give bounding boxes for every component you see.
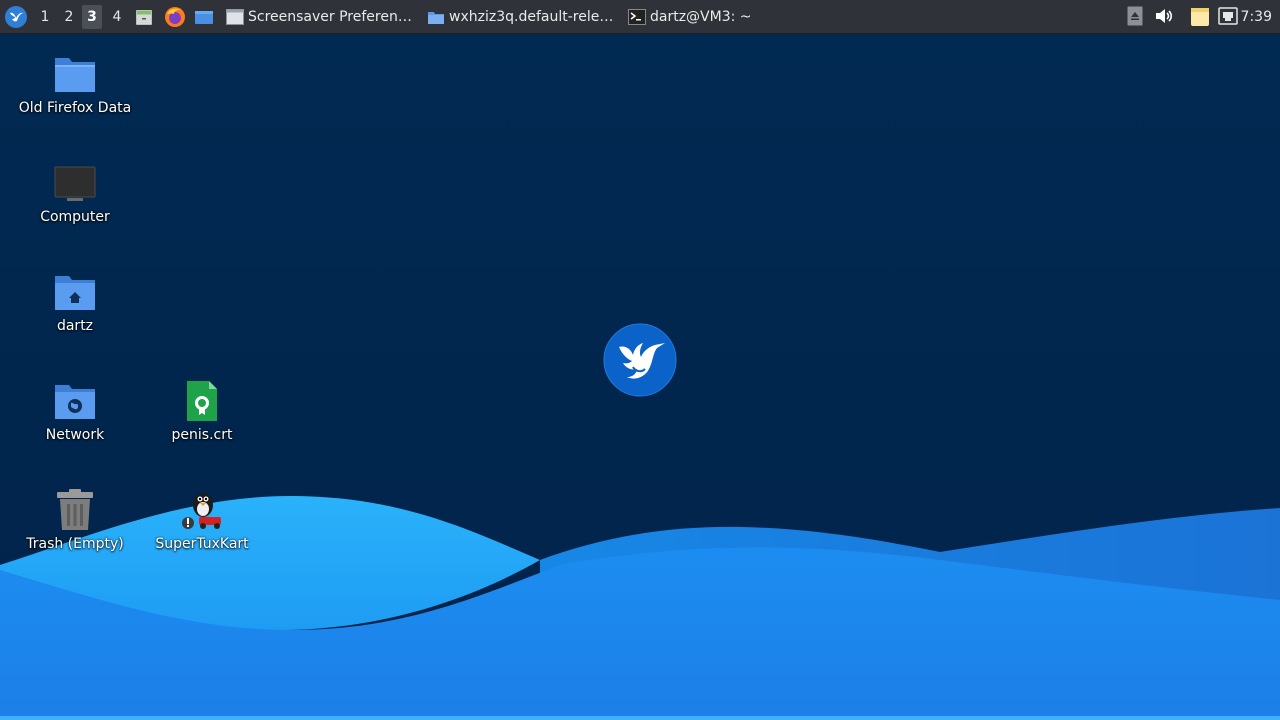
network-button[interactable] — [1218, 6, 1238, 30]
desktop-icon-computer[interactable]: Computer — [10, 159, 140, 225]
xubuntu-logo-icon — [5, 5, 27, 28]
certificate-file-icon — [178, 377, 226, 425]
speaker-icon — [1156, 9, 1173, 23]
xubuntu-bird-logo — [603, 323, 677, 397]
desktop-icon-trash[interactable]: Trash (Empty) — [10, 486, 140, 552]
terminal-icon — [628, 9, 646, 25]
folder-icon — [51, 50, 99, 98]
desktop-icon — [195, 10, 213, 24]
eject-button[interactable] — [1127, 6, 1143, 30]
trash-icon — [51, 486, 99, 534]
workspace-2[interactable]: 2 — [59, 5, 79, 29]
task-title: Screensaver Preferen… — [248, 9, 412, 25]
computer-icon — [51, 159, 99, 207]
task-title: dartz@VM3: ~ — [650, 9, 752, 25]
task-screensaver-preferences[interactable]: Screensaver Preferen… — [226, 5, 416, 29]
desktop-icon-label: Trash (Empty) — [26, 536, 124, 552]
desktop-icon-label: penis.crt — [171, 427, 233, 443]
eject-icon — [1127, 6, 1143, 26]
firefox-icon — [165, 6, 185, 27]
desktop-icon-old-firefox-data[interactable]: Old Firefox Data — [10, 50, 140, 116]
file-manager-launcher[interactable] — [134, 0, 154, 33]
home-folder-icon — [51, 268, 99, 316]
firefox-launcher[interactable] — [164, 0, 186, 33]
volume-button[interactable] — [1154, 6, 1174, 30]
top-panel: 1 2 3 4 Screensaver Preferen… wxhziz3q.d… — [0, 0, 1280, 34]
desktop-icon-label: Network — [45, 427, 105, 443]
desktop-icon-dartz[interactable]: dartz — [10, 268, 140, 334]
desktop-icon-label: SuperTuxKart — [155, 536, 249, 552]
workspace-3[interactable]: 3 — [82, 5, 102, 29]
applications-menu-button[interactable] — [4, 0, 28, 33]
workspace-4[interactable]: 4 — [107, 5, 127, 29]
window-icon — [226, 9, 244, 25]
task-folder-window[interactable]: wxhziz3q.default-rele… — [427, 5, 617, 29]
supertuxkart-icon — [178, 486, 226, 534]
desktop-icon-supertuxkart[interactable]: SuperTuxKart — [137, 486, 267, 552]
desktop-icon-penis-crt[interactable]: penis.crt — [137, 377, 267, 443]
network-wired-icon — [1218, 7, 1238, 25]
desktop-icon-network[interactable]: Network — [10, 377, 140, 443]
task-title: wxhziz3q.default-rele… — [449, 9, 614, 25]
folder-icon — [428, 12, 444, 24]
network-folder-icon — [51, 377, 99, 425]
workspace-1[interactable]: 1 — [35, 5, 55, 29]
file-cabinet-icon — [136, 9, 152, 25]
desktop-icon-label: Computer — [40, 209, 110, 225]
notes-icon — [1191, 8, 1209, 26]
task-terminal-window[interactable]: dartz@VM3: ~ — [628, 5, 768, 29]
notes-button[interactable] — [1190, 6, 1210, 31]
clock[interactable]: 7:39 — [1241, 0, 1272, 33]
desktop-icon-label: Old Firefox Data — [18, 100, 132, 116]
show-desktop-button[interactable] — [194, 0, 214, 33]
desktop-icon-label: dartz — [56, 318, 94, 334]
